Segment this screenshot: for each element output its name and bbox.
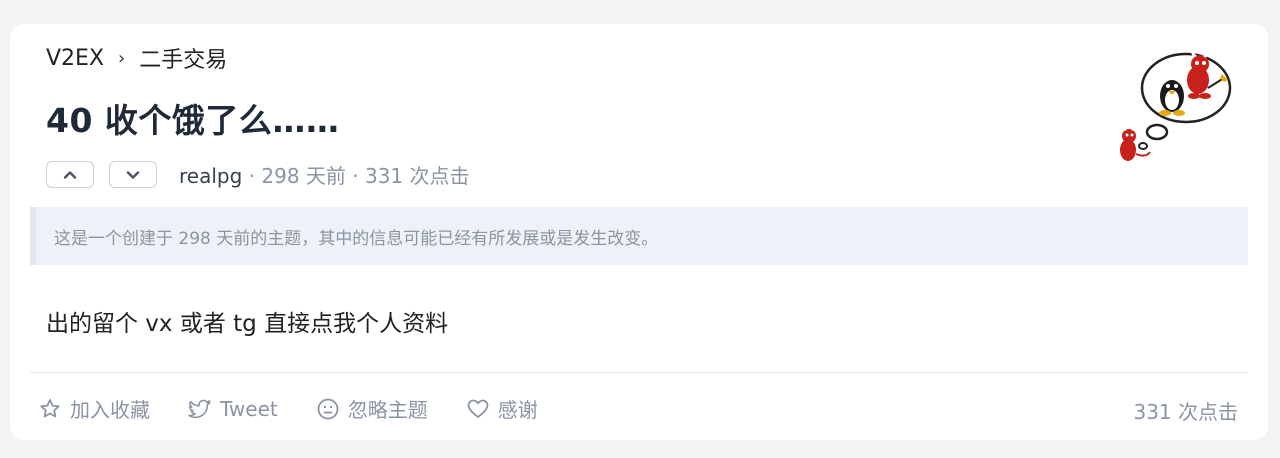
view-count: 331 次点击 [1133,400,1238,424]
star-icon [40,398,60,417]
topic-meta-info: · 298 天前 · 331 次点击 [242,164,470,188]
tweet-label: Tweet [220,396,278,421]
author-avatar[interactable] [1110,38,1236,164]
topic-actions: 加入收藏 Tweet 忽略主题 感谢 [38,394,576,423]
divider [30,372,1248,373]
ignore-topic-label: 忽略主题 [347,398,428,422]
vote-meta-row: realpg · 298 天前 · 331 次点击 [46,160,470,189]
old-topic-notice: 这是一个创建于 298 天前的主题，其中的信息可能已经有所发展或是发生改变。 [30,207,1248,265]
topic-meta: realpg · 298 天前 · 331 次点击 [179,160,470,189]
heart-icon [467,399,489,418]
breadcrumb-site-link[interactable]: V2EX [46,46,104,71]
upvote-button[interactable] [46,161,94,188]
topic-card: V2EX › 二手交易 40 收个饿了么…… realpg · 298 天前 ·… [10,24,1268,440]
twitter-bird-icon [188,399,211,418]
topic-title: 40 收个饿了么…… [46,101,340,140]
thanks-button[interactable]: 感谢 [466,394,538,423]
favorite-button[interactable]: 加入收藏 [38,394,150,423]
neutral-face-icon [317,398,339,419]
favorite-label: 加入收藏 [70,398,150,422]
breadcrumb: V2EX › 二手交易 [46,42,227,74]
breadcrumb-separator: › [118,47,126,69]
chevron-up-icon [63,170,77,179]
downvote-button[interactable] [109,161,157,188]
topic-content: 出的留个 vx 或者 tg 直接点我个人资料 [46,311,449,337]
tweet-button[interactable]: Tweet [188,397,278,421]
chevron-down-icon [126,170,140,179]
ignore-topic-button[interactable]: 忽略主题 [316,394,428,423]
breadcrumb-node-link[interactable]: 二手交易 [139,42,227,74]
thanks-label: 感谢 [497,398,538,422]
author-link[interactable]: realpg [179,164,242,188]
bsd-daemon-tux-avatar-icon [1120,49,1232,161]
